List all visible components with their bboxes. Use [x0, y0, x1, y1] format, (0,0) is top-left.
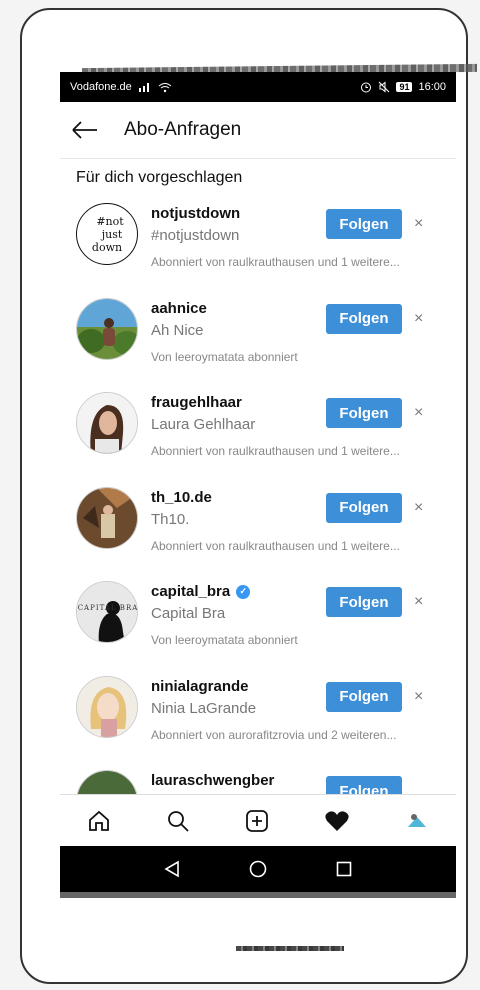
avatar[interactable]: CAPITAL BRA [76, 581, 138, 643]
full-name: Th10. [151, 510, 190, 528]
avatar-text-line: #not [96, 214, 124, 228]
suggestion-row: th_10.de Th10. Abonniert von raulkrautha… [60, 481, 456, 576]
avatar-image [77, 298, 137, 359]
suggestion-row: CAPITAL BRA capital_bra ✓ Capital Bra Von… [60, 575, 456, 670]
search-icon[interactable] [166, 809, 190, 833]
follow-context: Abonniert von raulkrauthausen und 1 weit… [151, 538, 400, 553]
username[interactable]: aahnice [151, 300, 207, 317]
username[interactable]: th_10.de [151, 489, 212, 506]
avatar-text-line: just [101, 227, 123, 241]
clock: 16:00 [418, 81, 446, 93]
full-name: Ah Nice [151, 321, 204, 339]
avatar-image [77, 676, 137, 737]
avatar-logo-text: CAPITAL BRA [77, 604, 138, 612]
avatar[interactable] [76, 486, 138, 549]
nav-home-icon[interactable] [249, 860, 267, 878]
home-icon[interactable] [87, 809, 111, 833]
full-name: Ninia LaGrande [151, 699, 257, 717]
mute-icon [379, 81, 390, 93]
username[interactable]: ninialagrande [151, 678, 249, 695]
username-label: notjustdown [151, 205, 241, 222]
avatar-text-line: down [91, 240, 123, 254]
dismiss-icon[interactable]: × [414, 215, 423, 233]
dismiss-icon[interactable]: × [414, 688, 423, 706]
username-label: lauraschwengber [151, 772, 275, 789]
alarm-icon [361, 82, 372, 93]
back-button[interactable] [72, 116, 100, 144]
suggestion-row: aahnice Ah Nice Von leeroymatata abonnie… [60, 292, 456, 387]
wifi-icon [158, 82, 172, 92]
suggestion-row: #not just down notjustdown #notjustdown … [60, 197, 456, 292]
add-post-icon[interactable] [245, 809, 269, 833]
full-name: Laura Gehlhaar [151, 416, 256, 433]
profile-avatar-icon[interactable] [405, 809, 429, 833]
phone-bottom-bezel [236, 946, 344, 951]
username[interactable]: capital_bra ✓ [151, 583, 251, 600]
nav-recents-icon[interactable] [336, 861, 352, 877]
signal-icon [138, 83, 149, 92]
dismiss-icon[interactable]: × [414, 310, 423, 328]
follow-button[interactable]: Folgen [326, 681, 402, 712]
phone-screen: Vodafone.de 91 16:00 Abo-Anfragen Für di… [60, 72, 456, 898]
top-bar: Abo-Anfragen [60, 102, 456, 159]
username-label: capital_bra [151, 583, 231, 600]
bottom-tab-bar [60, 794, 456, 847]
username-label: ninialagrande [151, 677, 249, 695]
username[interactable]: notjustdown [151, 205, 240, 222]
section-title: Für dich vorgeschlagen [76, 169, 243, 186]
follow-context: Abonniert von raulkrauthausen und 1 weit… [151, 255, 400, 269]
dismiss-icon[interactable]: × [414, 593, 423, 611]
avatar-image [77, 393, 137, 453]
follow-button[interactable]: Folgen [326, 492, 402, 523]
status-bar: Vodafone.de 91 16:00 [60, 72, 456, 102]
nav-back-icon[interactable] [164, 860, 180, 878]
username-label: aahnice [151, 299, 207, 317]
username[interactable]: lauraschwengber [151, 772, 274, 789]
follow-context: Abonniert von raulkrauthausen und 1 weit… [151, 444, 400, 458]
verified-badge-icon: ✓ [236, 584, 251, 599]
page-title: Abo-Anfragen [124, 119, 242, 140]
avatar-image [77, 487, 137, 548]
username[interactable]: fraugehlhaar [151, 394, 242, 411]
follow-context: Abonniert von aurorafitzrovia und 2 weit… [151, 727, 397, 742]
follow-button[interactable]: Folgen [326, 209, 402, 239]
full-name: Capital Bra [151, 605, 226, 622]
avatar[interactable] [76, 297, 138, 360]
activity-heart-icon[interactable] [324, 809, 350, 833]
follow-button[interactable]: Folgen [326, 398, 402, 428]
dismiss-icon[interactable]: × [414, 404, 423, 422]
username-label: th_10.de [151, 488, 212, 506]
back-arrow-icon [72, 121, 97, 139]
avatar[interactable]: #not just down [76, 203, 138, 265]
suggestion-row: ninialagrande Ninia LaGrande Abonniert v… [60, 670, 456, 765]
battery-indicator: 91 [396, 82, 413, 92]
follow-button[interactable]: Folgen [326, 587, 402, 617]
dismiss-icon[interactable]: × [414, 499, 423, 517]
carrier-label: Vodafone.de [70, 81, 132, 93]
username-label: fraugehlhaar [151, 394, 242, 411]
avatar[interactable] [76, 392, 138, 454]
follow-context: Von leeroymatata abonniert [151, 349, 298, 364]
follow-button[interactable]: Folgen [326, 303, 402, 334]
android-nav-bar [60, 846, 456, 892]
avatar[interactable] [76, 675, 138, 738]
suggestion-row: fraugehlhaar Laura Gehlhaar Abonniert vo… [60, 386, 456, 481]
follow-context: Von leeroymatata abonniert [151, 633, 298, 647]
full-name: #notjustdown [151, 227, 240, 244]
avatar-image [77, 582, 137, 642]
